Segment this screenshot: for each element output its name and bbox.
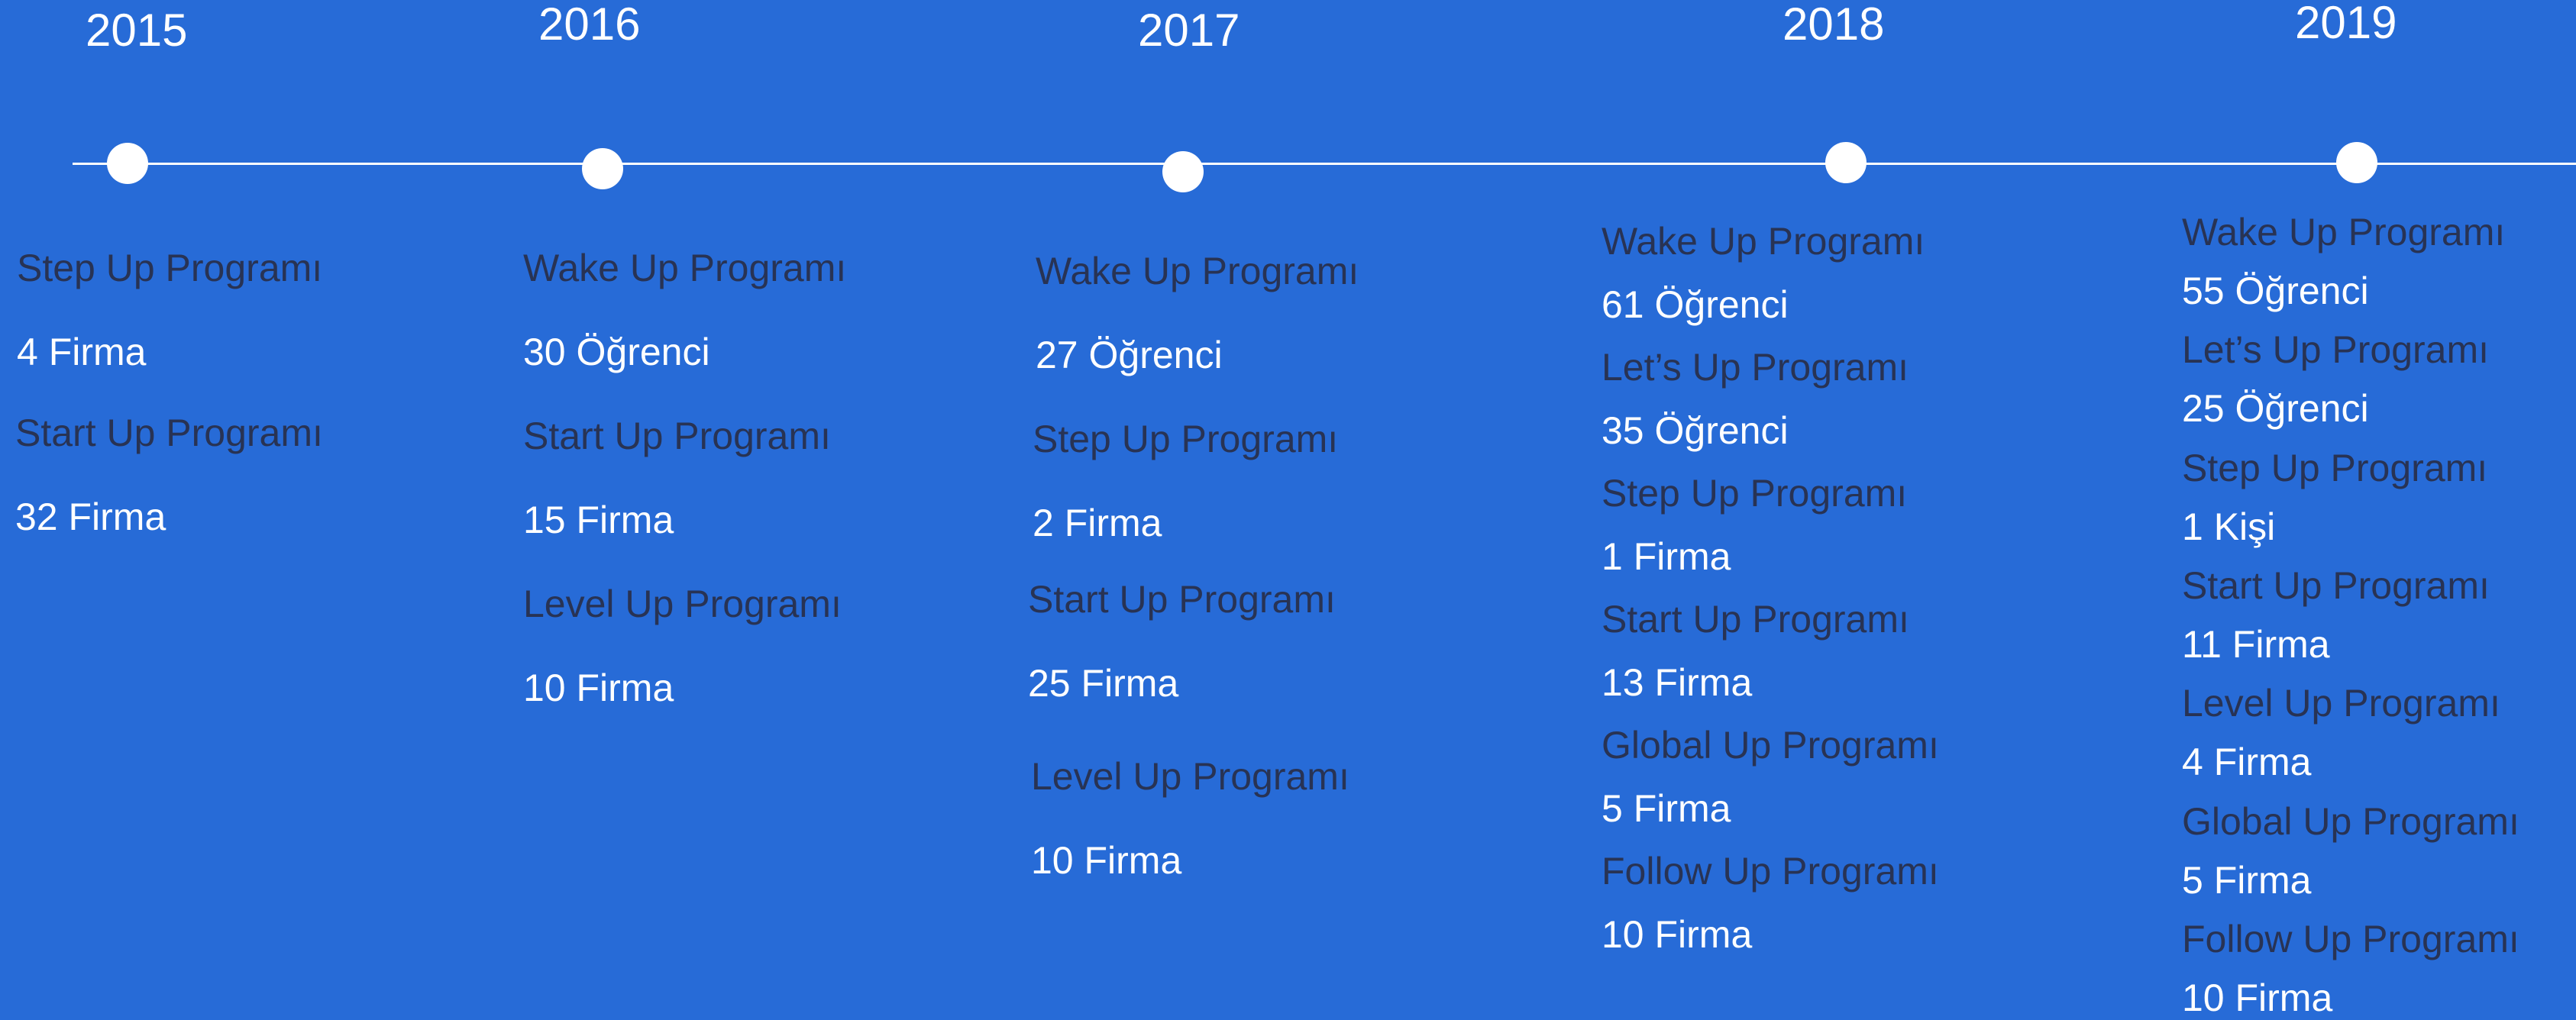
participant-count: 11 Firma [2182,623,2330,666]
year-label-2017: 2017 [1138,5,1240,56]
program-label: Let’s Up Programı [1602,346,1909,389]
program-label: Step Up Programı [1602,472,1908,515]
participant-count: 15 Firma [523,499,674,541]
program-label: Level Up Programı [2182,682,2500,725]
program-label: Let’s Up Programı [2182,328,2490,371]
program-label: Wake Up Programı [1036,250,1359,292]
program-label: Start Up Programı [1602,598,1909,641]
program-label: Follow Up Programı [2182,918,2519,960]
program-label: Step Up Programı [2182,447,2488,489]
participant-count: 10 Firma [1602,913,1753,956]
timeline-marker-2016 [582,148,623,189]
program-label: Start Up Programı [1028,578,1336,621]
participant-count: 5 Firma [2182,859,2312,902]
timeline-marker-2018 [1825,142,1867,183]
participant-count: 13 Firma [1602,661,1753,704]
program-label: Start Up Programı [2182,564,2490,607]
participant-count: 32 Firma [15,495,166,538]
participant-count: 10 Firma [1031,839,1182,882]
program-label: Step Up Programı [17,247,323,289]
timeline-marker-2017 [1162,151,1204,192]
timeline-marker-2019 [2336,142,2377,183]
program-label: Step Up Programı [1033,418,1339,460]
year-label-2018: 2018 [1783,0,1885,50]
timeline-axis [73,163,2576,165]
program-label: Level Up Programı [1031,755,1349,798]
participant-count: 4 Firma [17,331,147,373]
participant-count: 2 Firma [1033,502,1162,544]
participant-count: 27 Öğrenci [1036,334,1223,376]
program-label: Level Up Programı [523,583,842,625]
participant-count: 1 Kişi [2182,505,2276,548]
participant-count: 30 Öğrenci [523,331,710,373]
timeline-marker-2015 [107,143,148,184]
participant-count: 10 Firma [2182,976,2333,1019]
participant-count: 55 Öğrenci [2182,270,2369,312]
year-label-2016: 2016 [538,0,641,50]
participant-count: 10 Firma [523,667,674,709]
participant-count: 35 Öğrenci [1602,409,1789,452]
participant-count: 25 Öğrenci [2182,387,2369,430]
participant-count: 1 Firma [1602,535,1731,578]
participant-count: 61 Öğrenci [1602,283,1789,326]
program-label: Start Up Programı [523,415,831,457]
program-label: Global Up Programı [2182,800,2519,843]
participant-count: 5 Firma [1602,787,1731,830]
year-label-2015: 2015 [86,5,188,56]
program-label: Wake Up Programı [1602,220,1925,263]
program-label: Start Up Programı [15,412,323,454]
program-label: Wake Up Programı [2182,211,2506,253]
participant-count: 4 Firma [2182,741,2312,783]
program-label: Wake Up Programı [523,247,847,289]
program-label: Global Up Programı [1602,724,1939,767]
year-label-2019: 2019 [2295,0,2397,48]
participant-count: 25 Firma [1028,662,1179,705]
program-label: Follow Up Programı [1602,850,1939,892]
